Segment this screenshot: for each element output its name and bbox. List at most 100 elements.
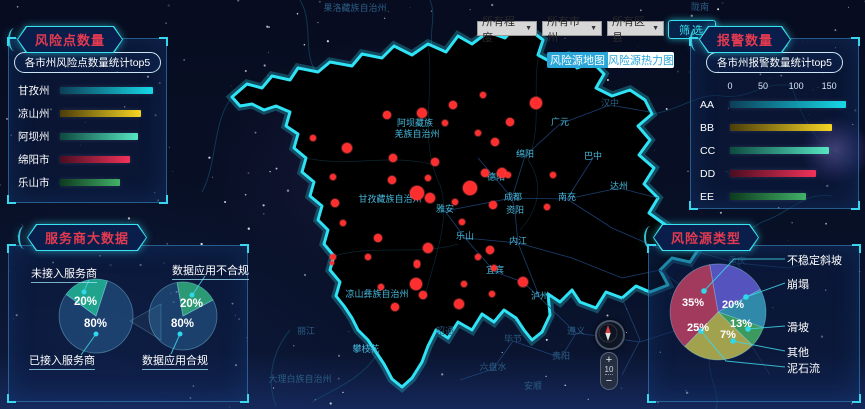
risk-point-marker[interactable] <box>459 219 465 225</box>
risk-point-marker[interactable] <box>425 175 431 181</box>
bar-value[interactable] <box>60 87 153 94</box>
risk-point-marker[interactable] <box>410 278 422 290</box>
bar-value[interactable] <box>730 124 832 131</box>
bar-value[interactable] <box>60 179 120 186</box>
risk-point-marker[interactable] <box>340 220 346 226</box>
risk-point-marker[interactable] <box>505 172 511 178</box>
map-city-label: 巴中 <box>584 150 602 161</box>
risk-point-marker[interactable] <box>475 130 481 136</box>
city-dropdown[interactable]: 所有市州 ▼ <box>542 21 602 36</box>
risk-point-marker[interactable] <box>452 199 458 205</box>
risk-point-marker[interactable] <box>442 120 448 126</box>
legend-item: 泥石流 <box>787 360 820 376</box>
bar-category-label: DD <box>700 168 730 180</box>
map-city-label: 陇南 <box>691 1 709 12</box>
risk-point-marker[interactable] <box>330 261 334 265</box>
zoom-in-button[interactable]: + <box>606 356 612 365</box>
legend-item: 其他 <box>787 344 809 360</box>
map-city-label: 泸州 <box>531 291 549 301</box>
risk-point-marker[interactable] <box>449 101 457 109</box>
risk-point-marker[interactable] <box>389 154 397 162</box>
risk-point-marker[interactable] <box>506 118 514 126</box>
map-city-label: 成都 <box>504 191 522 202</box>
top5-stats-button[interactable]: 各市州报警数量统计top5 <box>706 52 843 73</box>
map-mode-toggle-risk-map[interactable]: 风险源地图 <box>547 52 608 68</box>
alarm-chart-axis: 050100150 <box>730 81 849 92</box>
map-city-label: 南充 <box>558 191 576 202</box>
risk-point-marker[interactable] <box>383 111 391 119</box>
bar-category-label: 乐山市 <box>18 175 60 190</box>
bar-value[interactable] <box>60 133 138 140</box>
bar-value[interactable] <box>730 193 806 200</box>
map-city-label: 凉山彝族自治州 <box>345 288 408 299</box>
map-city-label: 内江 <box>509 235 527 246</box>
risk-point-marker[interactable] <box>374 234 382 242</box>
risk-point-marker[interactable] <box>530 97 542 109</box>
risk-point-marker[interactable] <box>419 291 427 299</box>
bar-value[interactable] <box>730 170 816 177</box>
alarms-bar-chart: AABBCCDDEE <box>691 99 858 202</box>
severity-dropdown[interactable]: 所有程度 ▼ <box>477 21 537 36</box>
risk-point-marker[interactable] <box>414 262 420 268</box>
risk-point-marker[interactable] <box>330 254 336 260</box>
risk-point-marker[interactable] <box>518 277 528 287</box>
risk-point-marker[interactable] <box>342 143 352 153</box>
risk-point-marker[interactable] <box>486 246 494 254</box>
risk-types-pie-canvas: 35%20%13%7%25% <box>649 246 857 399</box>
zoom-out-button[interactable]: − <box>606 377 612 386</box>
district-dropdown-value: 所有区县 <box>612 13 652 45</box>
risk-point-marker[interactable] <box>410 186 424 200</box>
risk-point-marker[interactable] <box>331 199 339 207</box>
bar-value[interactable] <box>730 101 846 108</box>
svg-text:35%: 35% <box>682 297 704 309</box>
risk-point-marker[interactable] <box>491 265 497 271</box>
risk-point-marker[interactable] <box>480 92 486 98</box>
panel-corner <box>851 37 860 46</box>
risk-point-marker[interactable] <box>475 254 481 260</box>
bar-row: EE <box>700 191 849 202</box>
risk-point-marker[interactable] <box>489 291 495 297</box>
city-dropdown-value: 所有市州 <box>547 13 590 45</box>
svg-text:25%: 25% <box>687 322 709 334</box>
risk-point-marker[interactable] <box>454 299 464 309</box>
data-compliance-pie[interactable] <box>149 282 217 350</box>
risk-point-marker[interactable] <box>423 243 433 253</box>
svg-text:7%: 7% <box>720 329 736 341</box>
risk-point-marker[interactable] <box>388 176 396 184</box>
bar-value[interactable] <box>730 147 829 154</box>
map-city-label: 阿坝藏族 <box>397 117 433 128</box>
map-mode-toggle-heatmap[interactable]: 风险源热力图 <box>608 52 674 68</box>
risk-point-marker[interactable] <box>481 169 489 177</box>
risk-point-marker[interactable] <box>425 193 435 203</box>
top5-stats-button[interactable]: 各市州风险点数量统计top5 <box>14 52 161 73</box>
risk-point-marker[interactable] <box>463 181 477 195</box>
provider-access-pie[interactable] <box>59 279 133 353</box>
bar-row: BB <box>700 122 849 133</box>
risk-point-marker[interactable] <box>378 284 384 290</box>
risk-types-pie[interactable] <box>670 264 766 360</box>
risk-point-marker[interactable] <box>550 172 556 178</box>
risk-point-marker[interactable] <box>310 135 316 141</box>
risk-point-marker[interactable] <box>544 204 550 210</box>
risk-point-marker[interactable] <box>330 174 336 180</box>
map-city-label: 攀枝花 <box>352 343 379 354</box>
map-city-label: 达州 <box>610 180 628 191</box>
risk-point-marker[interactable] <box>365 254 371 260</box>
risk-point-marker[interactable] <box>431 158 439 166</box>
risk-point-marker[interactable] <box>489 201 497 209</box>
risk-point-marker[interactable] <box>391 303 399 311</box>
risk-point-marker[interactable] <box>417 108 427 118</box>
bar-category-label: 阿坝州 <box>18 129 60 144</box>
legend-item: 崩塌 <box>787 276 809 292</box>
bar-track <box>730 170 849 177</box>
district-dropdown[interactable]: 所有区县 ▼ <box>607 21 664 36</box>
risk-point-marker[interactable] <box>461 281 467 287</box>
bar-value[interactable] <box>60 156 130 163</box>
bar-track <box>60 87 157 94</box>
bar-category-label: EE <box>700 191 730 203</box>
panel-corner <box>7 195 16 204</box>
bar-value[interactable] <box>60 110 141 117</box>
risk-point-marker[interactable] <box>491 138 499 146</box>
compass-icon[interactable] <box>595 320 625 350</box>
bar-category-label: 凉山州 <box>18 106 60 121</box>
